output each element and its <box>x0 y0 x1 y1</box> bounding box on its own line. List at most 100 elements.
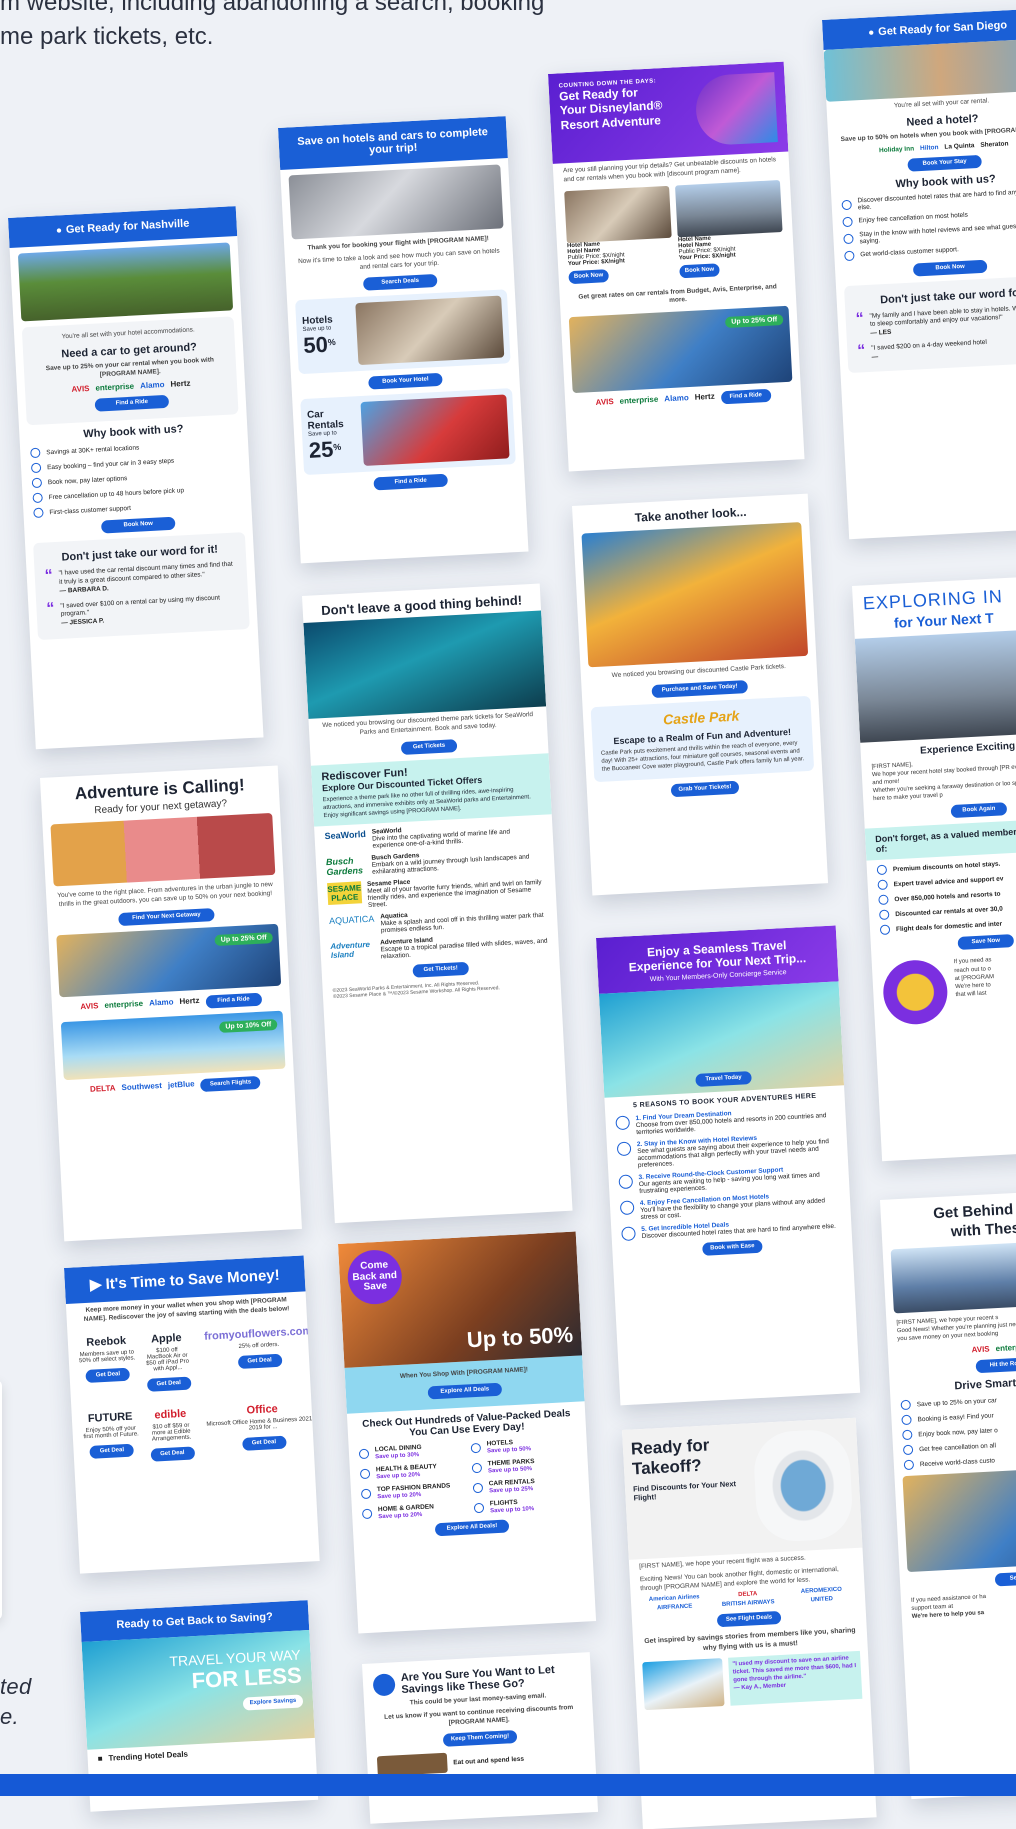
get-tickets-button[interactable]: Get Tickets! <box>412 961 470 978</box>
email-card-come-back: Come Back and Save Up to 50% When You Sh… <box>338 1231 597 1634</box>
keep-them-coming-button[interactable]: Keep Them Coming! <box>442 1730 518 1748</box>
get-deal-button[interactable]: Get Deal <box>150 1445 195 1462</box>
email-card-get-behind: Get Behind the W with These S [FIRST NAM… <box>880 1187 1016 1800</box>
globe-icon <box>615 1115 631 1131</box>
seaworld-logo: SeaWorld <box>324 828 367 841</box>
title-pre: It's Time to <box>105 1271 189 1293</box>
email-card-san-diego: ● Get Ready for San Diego You're all set … <box>822 7 1016 540</box>
book-again-button[interactable]: Book Again <box>950 802 1008 819</box>
save-now-button[interactable]: Save Now <box>957 934 1015 951</box>
legal-text: ©2023 SeaWorld Parks & Entertainment, In… <box>333 976 551 1000</box>
book-now-button[interactable]: Book Now <box>679 262 720 278</box>
get-deal-button[interactable]: Get Deal <box>241 1435 287 1451</box>
see-flight-deals-button[interactable]: See Flight Deals <box>716 1611 782 1628</box>
grab-tickets-button[interactable]: Grab Your Tickets! <box>670 780 740 798</box>
hit-the-road-button[interactable]: Hit the Ro <box>975 1357 1016 1374</box>
driver-photo <box>288 164 504 240</box>
hertz-logo: Hertz <box>694 391 715 402</box>
discount-badge: Up to 25% Off <box>214 931 273 946</box>
clock-icon <box>902 1429 913 1441</box>
explore-deals-button[interactable]: Explore All Deals <box>427 1382 503 1400</box>
explore-savings-button[interactable]: Explore Savings <box>242 1694 304 1711</box>
drive-title: Drive Smart with [P <box>954 1375 1016 1393</box>
delta-logo: DELTA <box>89 1083 116 1094</box>
home-icon <box>361 1508 373 1519</box>
purchase-save-button[interactable]: Purchase and Save Today! <box>651 679 749 698</box>
cancel-icon <box>902 1444 914 1456</box>
cta-line: When You Shop With [PROGRAM NAME]! <box>399 1366 529 1380</box>
cars-stat: Car Rentals Save up to 25% <box>307 408 358 464</box>
enterprise-logo: enterprise <box>104 998 144 1010</box>
brand-logo: edible <box>154 1407 187 1421</box>
side-note: ted e. <box>0 1672 31 1732</box>
benefit-text: Get world-class customer support. <box>860 246 960 259</box>
category-item: HOME & GARDEN Save up to 20% <box>361 1501 469 1521</box>
hotel-icon: ■ <box>97 1754 103 1764</box>
park-row: SESAME PLACE Sesame Place Meet all of your… <box>327 871 546 910</box>
aquatica-logo: AQUATICA <box>328 913 375 926</box>
cancel-icon <box>32 492 43 504</box>
tag-icon: ▶ <box>89 1275 107 1294</box>
travel-today-button[interactable]: Travel Today <box>695 1071 752 1087</box>
category-save: Save up to 20% <box>377 1491 422 1501</box>
hotel-item: Hotel Name Hotel Name Public Price: $X/nig… <box>564 185 674 287</box>
get-tickets-button[interactable]: Get Tickets <box>400 738 458 755</box>
dining-icon <box>358 1448 370 1459</box>
quote-text: "I saved $200 on a 4-day weekend hotel <box>871 338 988 352</box>
hotel-icon <box>470 1442 482 1454</box>
get-deal-button[interactable]: Get Deal <box>146 1376 192 1392</box>
bed-icon <box>878 894 889 906</box>
castle-panel: Castle Park Escape to a Realm of Fun and… <box>590 695 815 783</box>
thumbs-up-icon <box>33 507 44 519</box>
takeoff-title-block: Ready for Takeoff? Find Discounts for Yo… <box>631 1433 753 1549</box>
get-deal-button[interactable]: Get Deal <box>89 1443 135 1459</box>
find-getaway-button[interactable]: Find Your Next Getaway <box>118 907 215 926</box>
quote-text: "My family and I have been able to stay … <box>869 303 1016 329</box>
book-with-ease-button[interactable]: Book with Ease <box>702 1239 763 1256</box>
beach-aerial-photo: Travel Today <box>598 981 845 1098</box>
delta-logo: DELTA <box>738 1591 758 1599</box>
review-icon <box>616 1141 632 1157</box>
help-text: If you need as reach out to o at [PROGRA… <box>954 957 997 1023</box>
search-deals-button[interactable]: Search Deals <box>362 274 438 292</box>
find-ride-button[interactable]: Find a Ride <box>205 992 262 1009</box>
find-ride-button[interactable]: Find a Ride <box>720 388 772 405</box>
park-row: Adventure Island Adventure Island Escape t… <box>330 930 549 962</box>
percent-sign: % <box>333 442 342 453</box>
air-france-logo: AIRFRANCE <box>656 1603 693 1612</box>
benefit-text: Book now, pay later options <box>47 474 128 487</box>
explore-deals-button[interactable]: Explore All Deals! <box>434 1519 510 1537</box>
category-save: Save up to 50% <box>486 1445 532 1455</box>
testimonial: “"I have used the car rental discount ma… <box>44 561 238 597</box>
hotel-photo <box>564 185 672 243</box>
category-save: Save up to 50% <box>487 1465 533 1475</box>
category-grid: LOCAL DINING Save up to 30% HOTELS Save up… <box>358 1436 581 1521</box>
discount-badge: Up to 10% Off <box>219 1018 278 1033</box>
see-button[interactable]: See <box>994 1571 1016 1587</box>
quote-icon: “ <box>855 309 865 328</box>
offscreen-card-edge <box>0 1380 2 1620</box>
book-now-button[interactable]: Book Now <box>568 268 609 284</box>
category-save: Save up to 20% <box>376 1471 421 1481</box>
card-title: Get Ready for San Diego <box>877 19 1008 39</box>
get-deal-button[interactable]: Get Deal <box>85 1367 131 1383</box>
book-hotel-button[interactable]: Book Your Hotel <box>368 373 443 390</box>
book-stay-button[interactable]: Book Your Stay <box>907 154 982 172</box>
get-deal-button[interactable]: Get Deal <box>237 1353 282 1369</box>
email-card-hotels-cars: Save on hotels and cars to complete your… <box>278 116 529 564</box>
find-ride-button[interactable]: Find a Ride <box>373 473 449 491</box>
category-item: CAR RENTALS Save up to 25% <box>472 1475 580 1495</box>
search-flights-button[interactable]: Search Flights <box>200 1075 261 1092</box>
enterprise-logo: enterprise <box>619 394 659 406</box>
book-now-button[interactable]: Book Now <box>100 516 176 534</box>
deal-item: Apple $100 off MacBook Air or $50 off iPa… <box>142 1325 193 1397</box>
category-item: FLIGHTS Save up to 10% <box>473 1495 581 1515</box>
benefit-text: First-class customer support <box>49 504 132 517</box>
title-strong: Save Money! <box>187 1266 281 1289</box>
deal-item: fromyouflowers.com 25% off orders. Get Dea… <box>196 1318 320 1394</box>
reason-row: 2. Stay in the Know with Hotel Reviews Se… <box>616 1131 838 1170</box>
intro-line-2: me park tickets, etc. <box>0 23 214 50</box>
find-ride-button[interactable]: Find a Ride <box>94 395 170 412</box>
book-now-button[interactable]: Book Now <box>912 259 988 277</box>
location-pin-icon: ● <box>55 225 63 237</box>
